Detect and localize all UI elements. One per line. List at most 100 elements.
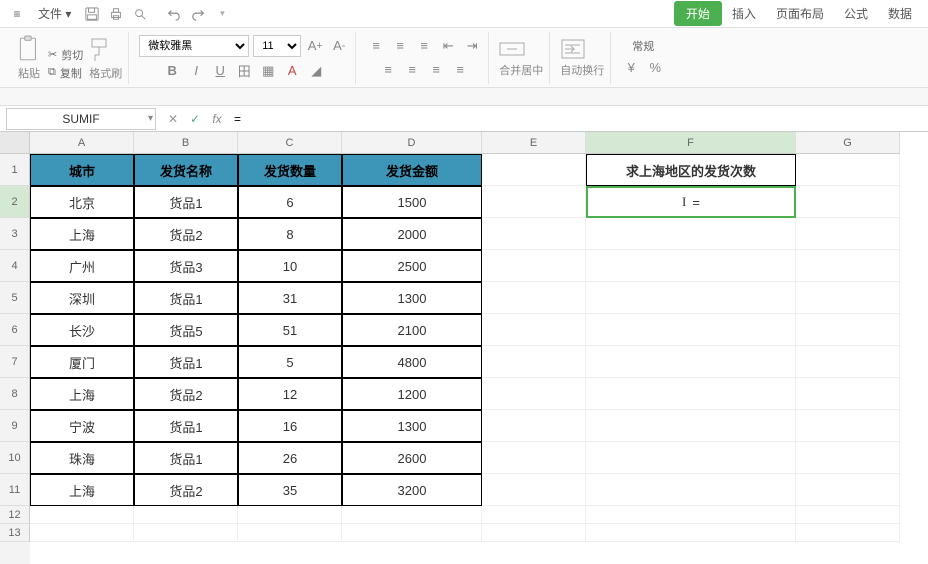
cell[interactable] bbox=[482, 474, 586, 506]
col-header[interactable]: A bbox=[30, 132, 134, 154]
indent-decrease-icon[interactable]: ⇤ bbox=[438, 36, 458, 56]
header-city[interactable]: 城市 bbox=[30, 154, 134, 186]
cell-qty[interactable]: 16 bbox=[238, 410, 342, 442]
justify-icon[interactable]: ≡ bbox=[450, 60, 470, 80]
cell-amount[interactable]: 2500 bbox=[342, 250, 482, 282]
cell[interactable] bbox=[586, 506, 796, 524]
cell-qty[interactable]: 6 bbox=[238, 186, 342, 218]
row-header[interactable]: 4 bbox=[0, 250, 30, 282]
cell-qty[interactable]: 12 bbox=[238, 378, 342, 410]
currency-icon[interactable]: ¥ bbox=[621, 58, 641, 78]
cell[interactable] bbox=[30, 524, 134, 542]
cell-product[interactable]: 货品1 bbox=[134, 410, 238, 442]
cell-amount[interactable]: 2600 bbox=[342, 442, 482, 474]
tab-layout[interactable]: 页面布局 bbox=[766, 1, 834, 26]
format-painter-icon[interactable] bbox=[89, 37, 122, 63]
cell[interactable] bbox=[586, 250, 796, 282]
row-header[interactable]: 5 bbox=[0, 282, 30, 314]
cell-amount[interactable]: 4800 bbox=[342, 346, 482, 378]
cell[interactable] bbox=[796, 346, 900, 378]
row-header[interactable]: 13 bbox=[0, 524, 30, 542]
cell[interactable] bbox=[796, 218, 900, 250]
cell[interactable] bbox=[796, 378, 900, 410]
cell[interactable] bbox=[586, 218, 796, 250]
cell[interactable] bbox=[796, 282, 900, 314]
cut-button[interactable]: ✂ 剪切 bbox=[48, 47, 83, 63]
cell[interactable] bbox=[586, 524, 796, 542]
cell[interactable] bbox=[482, 410, 586, 442]
cell[interactable] bbox=[482, 314, 586, 346]
row-header[interactable]: 3 bbox=[0, 218, 30, 250]
cell-city[interactable]: 宁波 bbox=[30, 410, 134, 442]
cell[interactable] bbox=[586, 442, 796, 474]
cell[interactable] bbox=[796, 474, 900, 506]
cell-city[interactable]: 珠海 bbox=[30, 442, 134, 474]
cell[interactable] bbox=[482, 506, 586, 524]
cell-amount[interactable]: 1200 bbox=[342, 378, 482, 410]
cell[interactable] bbox=[586, 346, 796, 378]
cell-product[interactable]: 货品2 bbox=[134, 378, 238, 410]
tab-insert[interactable]: 插入 bbox=[722, 1, 766, 26]
cell-product[interactable]: 货品2 bbox=[134, 218, 238, 250]
cell-amount[interactable]: 1300 bbox=[342, 410, 482, 442]
align-middle-icon[interactable]: ≡ bbox=[390, 36, 410, 56]
cell-city[interactable]: 厦门 bbox=[30, 346, 134, 378]
cell-product[interactable]: 货品1 bbox=[134, 442, 238, 474]
border-button[interactable]: 田 bbox=[234, 61, 254, 81]
align-right-icon[interactable]: ≡ bbox=[426, 60, 446, 80]
print-icon[interactable] bbox=[105, 3, 127, 25]
cell[interactable] bbox=[586, 282, 796, 314]
cell[interactable] bbox=[586, 410, 796, 442]
cell-product[interactable]: 货品1 bbox=[134, 282, 238, 314]
cell[interactable] bbox=[134, 524, 238, 542]
highlight-button[interactable]: ◢ bbox=[306, 61, 326, 81]
file-menu[interactable]: 文件 ▾ bbox=[30, 2, 79, 25]
row-header[interactable]: 10 bbox=[0, 442, 30, 474]
cell-amount[interactable]: 3200 bbox=[342, 474, 482, 506]
col-header[interactable]: G bbox=[796, 132, 900, 154]
select-all-corner[interactable] bbox=[0, 132, 30, 154]
header-qty[interactable]: 发货数量 bbox=[238, 154, 342, 186]
cell-city[interactable]: 深圳 bbox=[30, 282, 134, 314]
copy-button[interactable]: ⧉ 复制 bbox=[48, 65, 83, 81]
col-header[interactable]: C bbox=[238, 132, 342, 154]
confirm-edit-icon[interactable]: ✓ bbox=[184, 108, 206, 130]
cell[interactable] bbox=[482, 282, 586, 314]
cell[interactable] bbox=[796, 314, 900, 346]
row-header[interactable]: 6 bbox=[0, 314, 30, 346]
percent-icon[interactable]: % bbox=[645, 58, 665, 78]
merge-icon[interactable] bbox=[499, 38, 543, 60]
hamburger-icon[interactable]: ≡ bbox=[6, 3, 28, 25]
cell-qty[interactable]: 10 bbox=[238, 250, 342, 282]
undo-icon[interactable] bbox=[163, 3, 185, 25]
redo-icon[interactable] bbox=[187, 3, 209, 25]
cell[interactable] bbox=[342, 506, 482, 524]
row-header[interactable]: 7 bbox=[0, 346, 30, 378]
save-icon[interactable] bbox=[81, 3, 103, 25]
cell[interactable] bbox=[482, 378, 586, 410]
cell[interactable] bbox=[482, 218, 586, 250]
cell[interactable] bbox=[796, 154, 900, 186]
underline-button[interactable]: U bbox=[210, 61, 230, 81]
cell-city[interactable]: 北京 bbox=[30, 186, 134, 218]
cell[interactable] bbox=[796, 506, 900, 524]
cell[interactable] bbox=[482, 250, 586, 282]
indent-increase-icon[interactable]: ⇥ bbox=[462, 36, 482, 56]
cell-qty[interactable]: 35 bbox=[238, 474, 342, 506]
align-bottom-icon[interactable]: ≡ bbox=[414, 36, 434, 56]
cell[interactable] bbox=[586, 314, 796, 346]
italic-button[interactable]: I bbox=[186, 61, 206, 81]
tab-data[interactable]: 数据 bbox=[878, 1, 922, 26]
cell[interactable] bbox=[796, 250, 900, 282]
cancel-edit-icon[interactable]: ✕ bbox=[162, 108, 184, 130]
cell-amount[interactable]: 1300 bbox=[342, 282, 482, 314]
cell-product[interactable]: 货品1 bbox=[134, 186, 238, 218]
bold-button[interactable]: B bbox=[162, 61, 182, 81]
cell[interactable] bbox=[586, 378, 796, 410]
dropdown-icon[interactable]: ▾ bbox=[211, 3, 233, 25]
formula-input[interactable] bbox=[228, 108, 928, 130]
cell-amount[interactable]: 1500 bbox=[342, 186, 482, 218]
cell[interactable] bbox=[238, 524, 342, 542]
cell-qty[interactable]: 51 bbox=[238, 314, 342, 346]
cell-qty[interactable]: 8 bbox=[238, 218, 342, 250]
